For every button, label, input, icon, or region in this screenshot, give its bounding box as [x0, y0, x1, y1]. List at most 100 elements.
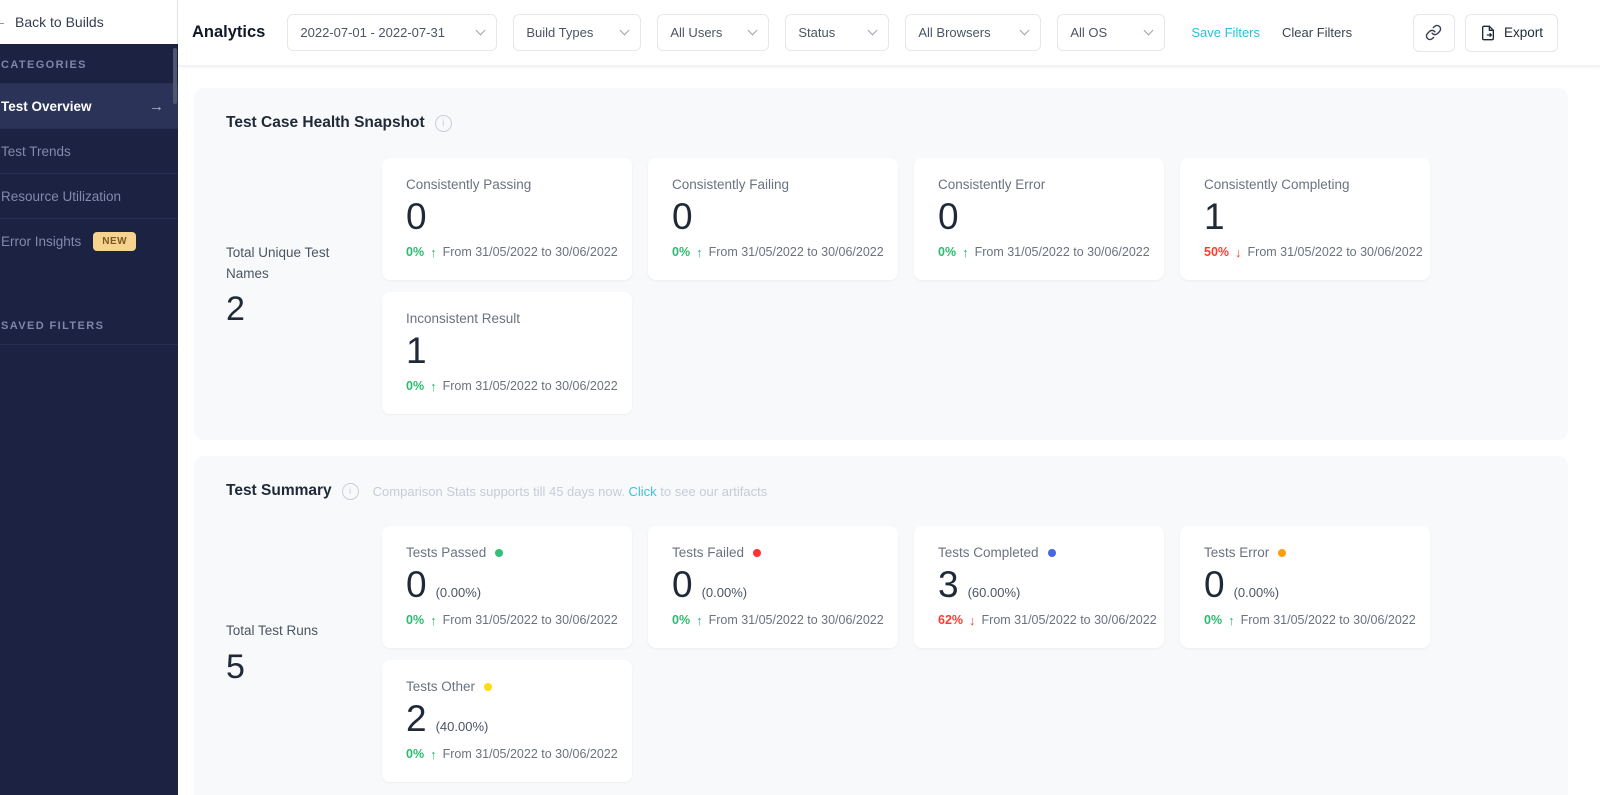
browsers-value: All Browsers — [918, 25, 991, 40]
total-label: Total Unique Test Names — [226, 244, 330, 281]
main-area: Analytics 2022-07-01 - 2022-07-31 Build … — [178, 0, 1600, 795]
sidebar: ← Back to Builds CATEGORIES Test Overvie… — [0, 0, 178, 795]
status-dot-yellow — [484, 682, 493, 691]
browsers-dropdown[interactable]: All Browsers — [905, 14, 1042, 51]
clear-filters-button[interactable]: Clear Filters — [1282, 25, 1352, 40]
users-value: All Users — [670, 25, 723, 40]
export-label: Export — [1503, 25, 1543, 40]
sidebar-item-label: Test Overview — [1, 98, 92, 114]
trend-arrow-icon: ↑ — [962, 244, 969, 260]
status-value: Status — [798, 25, 836, 40]
stat-card-consistently-failing: Consistently Failing 0 0% ↑ From 31/05/2… — [648, 158, 898, 280]
link-icon — [1425, 24, 1442, 41]
stat-card-title: Tests Other — [406, 679, 476, 694]
os-dropdown[interactable]: All OS — [1057, 14, 1166, 51]
page-title: Analytics — [192, 23, 266, 41]
stat-card-percentage: (0.00%) — [1233, 585, 1280, 600]
total-unique-test-names: Total Unique Test Names 2 — [226, 243, 382, 330]
info-icon[interactable]: i — [434, 114, 452, 132]
copy-link-button[interactable] — [1412, 13, 1455, 52]
stat-card-value: 0 — [1204, 564, 1225, 605]
status-dot-blue — [1047, 548, 1056, 557]
stat-card-title: Consistently Passing — [406, 177, 532, 192]
trend-period: From 31/05/2022 to 30/06/2022 — [442, 747, 618, 762]
trend-period: From 31/05/2022 to 30/06/2022 — [442, 613, 618, 628]
date-range-value: 2022-07-01 - 2022-07-31 — [300, 25, 445, 40]
chevron-down-icon — [747, 25, 758, 36]
stat-card-value: 1 — [406, 330, 427, 371]
trend-percent: 50% — [1204, 245, 1230, 260]
chevron-down-icon — [867, 25, 878, 36]
stat-card-value: 3 — [938, 564, 959, 605]
status-dot-green — [495, 548, 504, 557]
note-click-link[interactable]: Click — [628, 484, 656, 499]
date-range-dropdown[interactable]: 2022-07-01 - 2022-07-31 — [287, 14, 498, 51]
trend-percent: 0% — [406, 613, 425, 628]
total-value: 2 — [226, 290, 245, 329]
stat-card-percentage: (0.00%) — [701, 585, 748, 600]
stat-card-title: Consistently Failing — [672, 177, 790, 192]
trend-arrow-icon: ↓ — [1235, 244, 1242, 260]
trend-percent: 0% — [938, 245, 957, 260]
sidebar-item-label: Error Insights — [1, 233, 82, 249]
stat-card-inconsistent-result: Inconsistent Result 1 0% ↑ From 31/05/20… — [382, 292, 632, 414]
trend-period: From 31/05/2022 to 30/06/2022 — [708, 613, 884, 628]
save-filters-button[interactable]: Save Filters — [1191, 25, 1260, 40]
status-dot-orange — [1278, 548, 1287, 557]
note-text: Comparison Stats supports till 45 days n… — [372, 483, 625, 499]
sidebar-item-error-insights[interactable]: Error Insights NEW — [0, 218, 178, 263]
sidebar-scrollbar-thumb[interactable] — [173, 48, 177, 104]
content: Test Case Health Snapshot i Total Unique… — [178, 66, 1600, 795]
stat-card-title: Consistently Completing — [1204, 177, 1350, 192]
stat-card-title: Tests Error — [1204, 545, 1270, 560]
trend-percent: 62% — [938, 613, 964, 628]
snapshot-cards-grid: Consistently Passing 0 0% ↑ From 31/05/2… — [382, 158, 1430, 414]
stat-card-value: 2 — [406, 698, 427, 739]
info-icon[interactable]: i — [341, 482, 359, 500]
stat-card-title: Tests Passed — [406, 545, 487, 560]
trend-arrow-icon: ↑ — [696, 244, 703, 260]
trend-percent: 0% — [406, 245, 425, 260]
section-note: Comparison Stats supports till 45 days n… — [373, 484, 768, 499]
build-types-value: Build Types — [526, 25, 594, 40]
stat-card-tests-passed: Tests Passed 0 (0.00%) 0% ↑ From 31/05/2… — [382, 526, 632, 648]
status-dot-red — [753, 548, 762, 557]
trend-percent: 0% — [406, 747, 425, 762]
topbar-actions: Export — [1412, 13, 1558, 52]
stat-card-tests-error: Tests Error 0 (0.00%) 0% ↑ From 31/05/20… — [1180, 526, 1430, 648]
note-text: to see our artifacts — [660, 483, 768, 499]
sidebar-item-resource-utilization[interactable]: Resource Utilization — [0, 173, 178, 218]
section-test-summary: Test Summary i Comparison Stats supports… — [194, 456, 1568, 795]
stat-card-value: 0 — [672, 564, 693, 605]
trend-percent: 0% — [1204, 613, 1223, 628]
stat-card-title: Tests Completed — [938, 545, 1039, 560]
new-badge: NEW — [93, 231, 137, 251]
trend-period: From 31/05/2022 to 30/06/2022 — [708, 245, 884, 260]
trend-period: From 31/05/2022 to 30/06/2022 — [1240, 613, 1416, 628]
status-dropdown[interactable]: Status — [785, 14, 890, 51]
export-button[interactable]: Export — [1464, 13, 1558, 52]
sidebar-section-categories: CATEGORIES — [1, 59, 87, 71]
stat-card-consistently-error: Consistently Error 0 0% ↑ From 31/05/202… — [914, 158, 1164, 280]
sidebar-divider — [0, 344, 178, 345]
trend-period: From 31/05/2022 to 30/06/2022 — [442, 245, 618, 260]
trend-arrow-icon: ↑ — [430, 612, 437, 628]
back-to-builds-button[interactable]: ← Back to Builds — [0, 0, 178, 44]
arrow-right-icon: → — [149, 97, 164, 115]
total-label: Total Test Runs — [226, 623, 319, 639]
chevron-down-icon — [475, 25, 486, 36]
section-title: Test Summary — [226, 482, 332, 499]
back-arrow-icon: ← — [0, 13, 7, 31]
trend-period: From 31/05/2022 to 30/06/2022 — [981, 613, 1157, 628]
trend-arrow-icon: ↑ — [430, 244, 437, 260]
users-dropdown[interactable]: All Users — [657, 14, 770, 51]
sidebar-item-test-overview[interactable]: Test Overview → — [0, 83, 178, 128]
sidebar-item-test-trends[interactable]: Test Trends — [0, 128, 178, 173]
os-value: All OS — [1070, 25, 1108, 40]
stat-card-value: 1 — [1204, 196, 1225, 237]
stat-card-value: 0 — [406, 564, 427, 605]
stat-card-consistently-completing: Consistently Completing 1 50% ↓ From 31/… — [1180, 158, 1430, 280]
build-types-dropdown[interactable]: Build Types — [513, 14, 642, 51]
chevron-down-icon — [619, 25, 630, 36]
sidebar-section-saved-filters: SAVED FILTERS — [1, 320, 105, 332]
